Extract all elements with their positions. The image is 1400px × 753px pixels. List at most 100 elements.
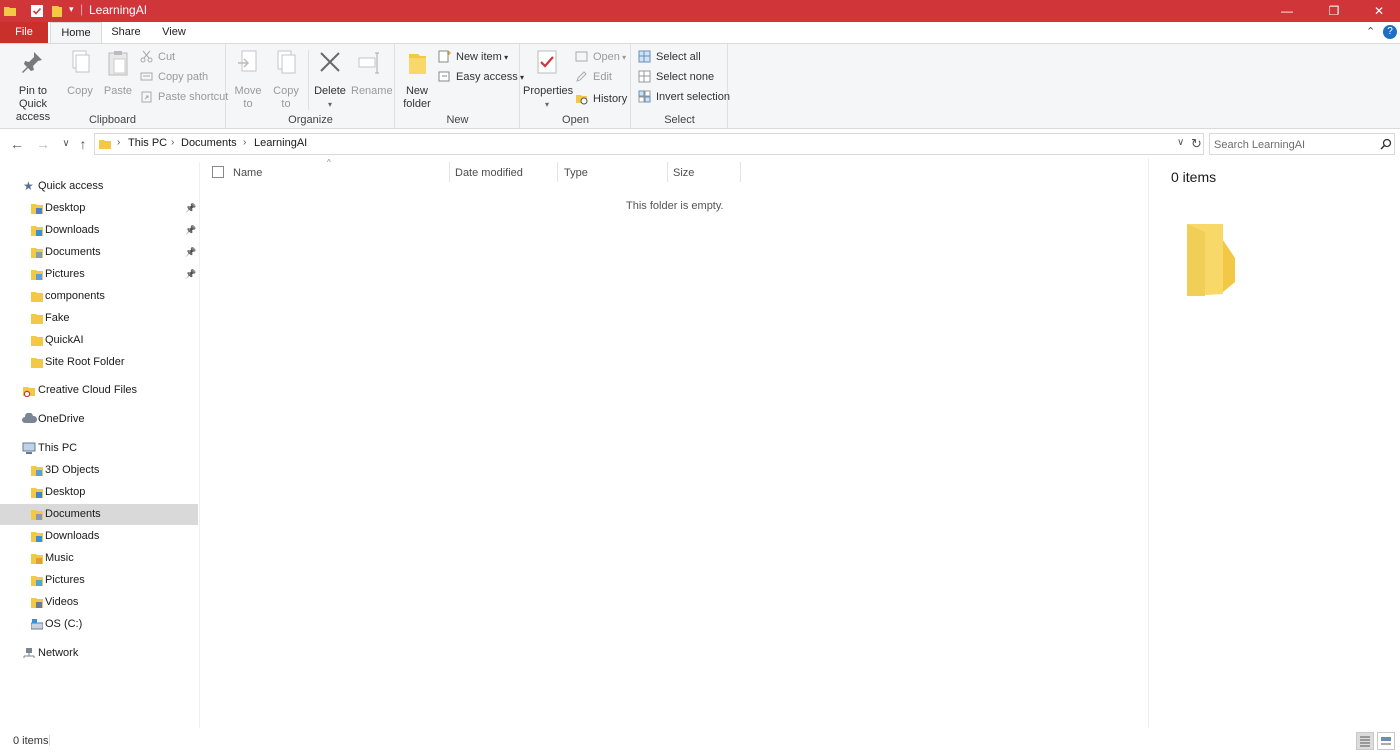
nav-quick-item[interactable]: QuickAI [0,330,198,351]
nav-onedrive[interactable]: OneDrive [0,409,198,430]
new-group-label: New [446,114,469,126]
nav-pc-item[interactable]: Music [0,548,198,569]
new-folder-button[interactable]: New folder [400,48,434,111]
nav-quick-item[interactable]: Documents 📌 [0,242,198,263]
breadcrumb-this-pc[interactable]: This PC [128,137,167,149]
pin-icon[interactable]: 📌 [185,264,196,285]
select-none-button[interactable]: Select none [636,68,714,86]
copy-to-button[interactable]: Copy to [271,48,301,111]
copy-path-button[interactable]: Copy path [138,68,208,86]
nav-quick-access[interactable]: ★ Quick access [0,176,198,197]
refresh-icon[interactable]: ↻ [1191,136,1202,152]
nav-pc-item[interactable]: Desktop [0,482,198,503]
rename-button[interactable]: Rename [351,48,393,98]
status-bar: 0 items | [0,729,1400,753]
search-icon[interactable] [1380,138,1392,150]
column-divider[interactable] [740,162,741,182]
nav-network[interactable]: Network [0,643,198,664]
nav-quick-item-label: Documents [45,246,101,258]
new-folder-label-2: folder [403,98,431,110]
column-name[interactable]: Name [233,165,262,183]
new-item-icon [438,50,451,63]
close-button[interactable]: ✕ [1356,0,1400,22]
nav-this-pc[interactable]: This PC [0,438,198,459]
pin-icon[interactable]: 📌 [185,220,196,241]
recent-locations-icon[interactable]: ∨ [57,135,75,153]
column-type[interactable]: Type [564,165,588,183]
maximize-button[interactable]: ❐ [1311,0,1357,22]
back-arrow-icon[interactable]: ← [8,135,26,153]
properties-qat-icon[interactable] [30,4,44,18]
folder-icon [31,598,43,608]
edit-button[interactable]: Edit [573,68,612,86]
nav-pc-item[interactable]: OS (C:) [0,614,198,635]
nav-quick-item-label: Fake [45,312,70,324]
pin-icon[interactable]: 📌 [185,198,196,219]
nav-pc-item[interactable]: Documents [0,504,198,525]
search-input[interactable] [1214,137,1374,152]
pin-icon[interactable]: 📌 [185,242,196,263]
open-button[interactable]: Open ▾ [573,48,626,66]
breadcrumb-chevron-icon[interactable]: › [117,137,120,148]
large-icons-view-button[interactable] [1377,732,1395,750]
new-item-button[interactable]: New item ▾ [436,48,508,66]
address-dropdown-icon[interactable]: ∨ [1177,137,1184,148]
tab-share[interactable]: Share [106,22,146,43]
column-divider[interactable] [667,162,668,182]
tab-home[interactable]: Home [50,22,102,43]
new-folder-label-1: New [405,85,428,97]
easy-access-button[interactable]: Easy access ▾ [436,68,524,86]
paste-shortcut-button[interactable]: Paste shortcut [138,88,228,106]
delete-button[interactable]: Delete ▾ [313,48,347,111]
nav-creative-cloud[interactable]: Creative Cloud Files [0,380,198,401]
nav-quick-item[interactable]: components [0,286,198,307]
copy-button[interactable]: Copy [64,48,96,98]
folder-icon [31,314,43,324]
breadcrumb-chevron-icon[interactable]: › [171,137,174,148]
breadcrumb-learningai[interactable]: LearningAI [254,137,307,149]
select-all-button[interactable]: Select all [636,48,701,66]
customize-qat-icon[interactable]: ▾ [69,4,74,15]
properties-button[interactable]: Properties ▾ [523,48,573,111]
status-divider: | [48,734,51,746]
paste-button[interactable]: Paste [102,48,134,98]
up-arrow-icon[interactable]: ↑ [74,135,92,153]
nav-pc-item[interactable]: 3D Objects [0,460,198,481]
minimize-button[interactable]: — [1264,0,1310,22]
column-size[interactable]: Size [673,165,694,183]
search-box[interactable] [1209,133,1395,155]
file-list[interactable]: ^ Name Date modified Type Size This fold… [201,158,1147,728]
new-folder-qat-icon[interactable] [50,4,64,18]
nav-pc-item[interactable]: Pictures [0,570,198,591]
collapse-ribbon-icon[interactable]: ⌃ [1366,25,1375,38]
select-all-checkbox[interactable] [212,166,224,178]
invert-selection-button[interactable]: Invert selection [636,88,730,106]
forward-arrow-icon[interactable]: → [34,135,52,153]
move-to-button[interactable]: Move to [233,48,263,111]
folder-icon [31,358,43,368]
column-divider[interactable] [449,162,450,182]
details-view-button[interactable] [1356,732,1374,750]
nav-pc-item[interactable]: Videos [0,592,198,613]
column-date-modified[interactable]: Date modified [455,165,523,183]
help-icon[interactable]: ? [1383,25,1397,39]
address-bar[interactable]: › This PC › Documents › LearningAI ∨ ↻ [94,133,1204,155]
nav-quick-item[interactable]: Fake [0,308,198,329]
properties-dropdown-icon[interactable]: ▾ [523,98,571,111]
copy-path-label: Copy path [158,71,209,83]
breadcrumb-documents[interactable]: Documents [181,137,237,149]
creative-cloud-icon [23,387,35,397]
nav-quick-item[interactable]: Desktop 📌 [0,198,198,219]
history-button[interactable]: History [573,90,627,108]
breadcrumb-chevron-icon[interactable]: › [243,137,246,148]
nav-quick-item[interactable]: Pictures 📌 [0,264,198,285]
delete-dropdown-icon[interactable]: ▾ [313,98,347,111]
column-divider[interactable] [557,162,558,182]
tab-file[interactable]: File [0,22,48,43]
tab-view[interactable]: View [154,22,194,43]
nav-quick-item[interactable]: Site Root Folder [0,352,198,373]
pin-quick-access-button[interactable]: Pin to Quick access [4,48,62,124]
nav-pc-item[interactable]: Downloads [0,526,198,547]
nav-quick-item[interactable]: Downloads 📌 [0,220,198,241]
cut-button[interactable]: Cut [138,48,175,66]
